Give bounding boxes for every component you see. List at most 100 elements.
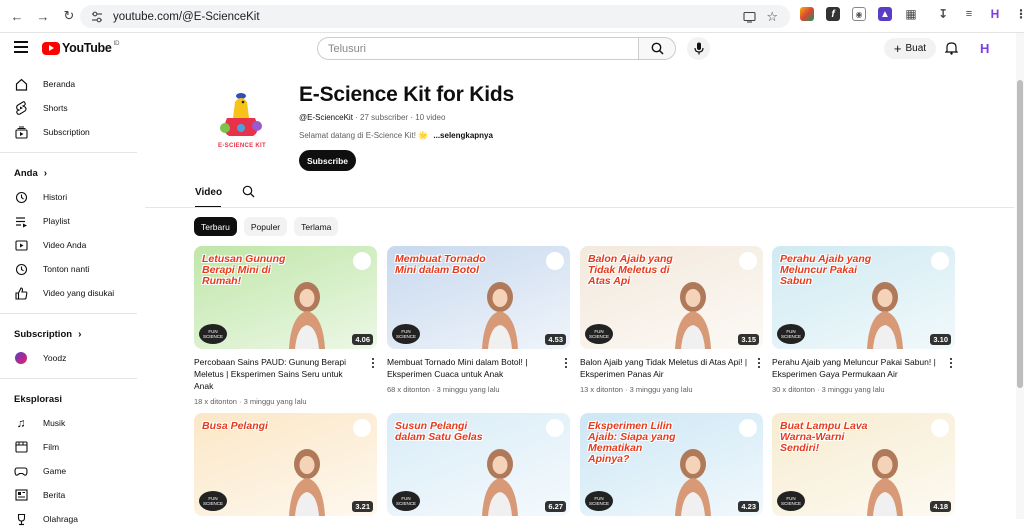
sidebar-item-label: Beranda [43, 79, 76, 89]
create-button[interactable]: + Buat [884, 38, 936, 59]
extensions-puzzle-icon[interactable]: ▦ [904, 7, 918, 21]
video-card[interactable]: Perahu Ajaib yang Meluncur Pakai Sabun FU… [772, 246, 955, 394]
thumbnail-caption: Perahu Ajaib yang Meluncur Pakai Sabun [780, 253, 872, 287]
show-more-link[interactable]: ...selengkapnya [433, 131, 493, 140]
sidebar-item-sports[interactable]: Olahraga [0, 507, 137, 531]
sidebar-item-liked[interactable]: Video yang disukai [0, 281, 137, 305]
back-arrow-icon[interactable]: ← [6, 5, 28, 27]
more-actions-icon[interactable] [562, 356, 570, 370]
more-actions-icon[interactable] [369, 356, 377, 370]
profile-h-icon[interactable]: H [988, 7, 1002, 21]
more-actions-icon[interactable] [947, 356, 955, 370]
sidebar-item-playlist[interactable]: Playlist [0, 209, 137, 233]
fun-science-experiment-logo: FUN SCIENCE [585, 324, 613, 344]
reload-icon[interactable]: ↻ [58, 5, 80, 27]
notifications-bell-icon[interactable] [944, 41, 959, 60]
video-thumbnail[interactable]: Letusan Gunung Berapi Mini di Rumah! FUN S… [194, 246, 377, 349]
sidebar-item-shorts[interactable]: Shorts [0, 96, 137, 120]
page-scrollbar[interactable] [1016, 33, 1024, 519]
presenter-figure [867, 449, 903, 516]
video-card[interactable]: Membuat Tornado Mini dalam Botol FUN SCIEN… [387, 246, 570, 394]
channel-search-icon[interactable] [242, 185, 255, 203]
video-thumbnail[interactable]: Busa Pelangi FUN SCIENCE 3.21 [194, 413, 377, 516]
description-text: Selamat datang di E-Science Kit! 🌟 [299, 131, 429, 140]
video-thumbnail[interactable]: Perahu Ajaib yang Meluncur Pakai Sabun FU… [772, 246, 955, 349]
video-thumbnail[interactable]: Membuat Tornado Mini dalam Botol FUN SCIEN… [387, 246, 570, 349]
video-title[interactable]: Perahu Ajaib yang Meluncur Pakai Sabun! … [772, 356, 940, 380]
chip-oldest[interactable]: Terlama [294, 217, 339, 236]
channel-avatar[interactable]: E-SCIENCE KIT [205, 88, 277, 160]
extension-colorful-icon[interactable] [800, 7, 814, 21]
tab-video[interactable]: Video [195, 187, 222, 198]
channel-logo-badge [546, 419, 564, 437]
channel-description[interactable]: Selamat datang di E-Science Kit! 🌟 ...se… [299, 131, 493, 140]
chip-latest[interactable]: Terbaru [194, 217, 237, 236]
sidebar-item-watch-later[interactable]: Tonton nanti [0, 257, 137, 281]
video-card[interactable]: Letusan Gunung Berapi Mini di Rumah! FUN S… [194, 246, 377, 406]
video-duration: 6.27 [545, 501, 566, 512]
account-avatar[interactable]: H [980, 41, 989, 56]
chip-popular[interactable]: Populer [243, 217, 288, 236]
video-thumbnail[interactable]: Eksperimen Lilin Ajaib: Siapa yang Memat… [580, 413, 763, 516]
bookmark-star-icon[interactable]: ☆ [766, 9, 778, 25]
sidebar-item-label: Film [43, 442, 60, 452]
hamburger-menu-icon[interactable] [14, 41, 28, 53]
search-button[interactable] [638, 37, 676, 60]
video-thumbnail[interactable]: Buat Lampu Lava Warna-Warni Sendiri! FUN S… [772, 413, 955, 516]
reading-list-icon[interactable]: ≡ [962, 7, 976, 21]
youtube-logo[interactable]: YouTube ID [42, 41, 120, 55]
video-card[interactable]: Susun Pelangi dalam Satu Gelas FUN SCIENCE… [387, 413, 570, 516]
video-thumbnail[interactable]: Balon Ajaib yang Tidak Meletus di Atas A… [580, 246, 763, 349]
channel-logo-badge [739, 419, 757, 437]
video-title[interactable]: Percobaan Sains PAUD: Gunung Berapi Mele… [194, 356, 362, 392]
sidebar-item-news[interactable]: Berita [0, 483, 137, 507]
forward-arrow-icon[interactable]: → [32, 5, 54, 27]
browser-menu-icon[interactable]: ⋮ [1014, 7, 1024, 21]
subscribe-button[interactable]: Subscribe [299, 150, 356, 171]
fun-science-experiment-logo: FUN SCIENCE [392, 324, 420, 344]
chevron-right-icon: › [78, 328, 82, 340]
sidebar-item-subscription-channel[interactable]: Yoodz [0, 346, 137, 370]
extension-purple-icon[interactable]: ▲ [878, 7, 892, 21]
sidebar-item-history[interactable]: Histori [0, 185, 137, 209]
thumbnail-caption: Letusan Gunung Berapi Mini di Rumah! [202, 253, 286, 287]
site-settings-icon[interactable] [90, 10, 104, 24]
thumbnail-caption: Eksperimen Lilin Ajaib: Siapa yang Memat… [588, 420, 676, 465]
search-input[interactable]: Telusuri [317, 37, 639, 60]
more-actions-icon[interactable] [755, 356, 763, 370]
voice-search-button[interactable] [687, 37, 710, 60]
sidebar-section-explore: Eksplorasi [0, 387, 137, 411]
liked-icon [14, 286, 28, 300]
sidebar-item-home[interactable]: Beranda [0, 72, 137, 96]
sidebar-section-you[interactable]: Anda › [0, 161, 137, 185]
sidebar-item-film[interactable]: Film [0, 435, 137, 459]
video-thumbnail[interactable]: Susun Pelangi dalam Satu Gelas FUN SCIENCE… [387, 413, 570, 516]
video-title[interactable]: Balon Ajaib yang Tidak Meletus di Atas A… [580, 356, 748, 380]
sidebar-section-subscriptions[interactable]: Subscription › [0, 322, 137, 346]
sort-chips: Terbaru Populer Terlama [194, 217, 339, 236]
upload-age: 3 minggu yang lalu [436, 385, 500, 394]
sidebar-item-gaming[interactable]: Game [0, 459, 137, 483]
scrollbar-thumb[interactable] [1017, 80, 1023, 388]
sidebar-divider [0, 313, 137, 314]
browser-toolbar: ← → ↻ youtube.com/@E-ScienceKit ☆ f ◉ ▲ … [0, 0, 1024, 33]
presenter-figure [867, 282, 903, 349]
video-title[interactable]: Membuat Tornado Mini dalam Botol! | Eksp… [387, 356, 555, 380]
channel-meta: @E-ScienceKit · 27 subscriber · 10 video [299, 113, 445, 122]
video-card[interactable]: Buat Lampu Lava Warna-Warni Sendiri! FUN S… [772, 413, 955, 516]
address-bar[interactable]: youtube.com/@E-ScienceKit ☆ [80, 5, 790, 28]
video-card[interactable]: Eksperimen Lilin Ajaib: Siapa yang Memat… [580, 413, 763, 516]
fun-science-experiment-logo: FUN SCIENCE [199, 491, 227, 511]
video-card[interactable]: Busa Pelangi FUN SCIENCE 3.21 [194, 413, 377, 516]
cast-icon[interactable] [743, 11, 756, 23]
video-card[interactable]: Balon Ajaib yang Tidak Meletus di Atas A… [580, 246, 763, 394]
sidebar-item-music[interactable]: ♫ Musik [0, 411, 137, 435]
camera-icon[interactable]: ◉ [852, 7, 866, 21]
sidebar-item-your-videos[interactable]: Video Anda [0, 233, 137, 257]
sidebar-item-label: Tonton nanti [43, 264, 90, 274]
download-icon[interactable]: ↧ [936, 7, 950, 21]
sidebar-item-subscriptions[interactable]: Subscription [0, 120, 137, 144]
channel-logo-badge [931, 419, 949, 437]
video-duration: 4.06 [352, 334, 373, 345]
extension-script-icon[interactable]: f [826, 7, 840, 21]
